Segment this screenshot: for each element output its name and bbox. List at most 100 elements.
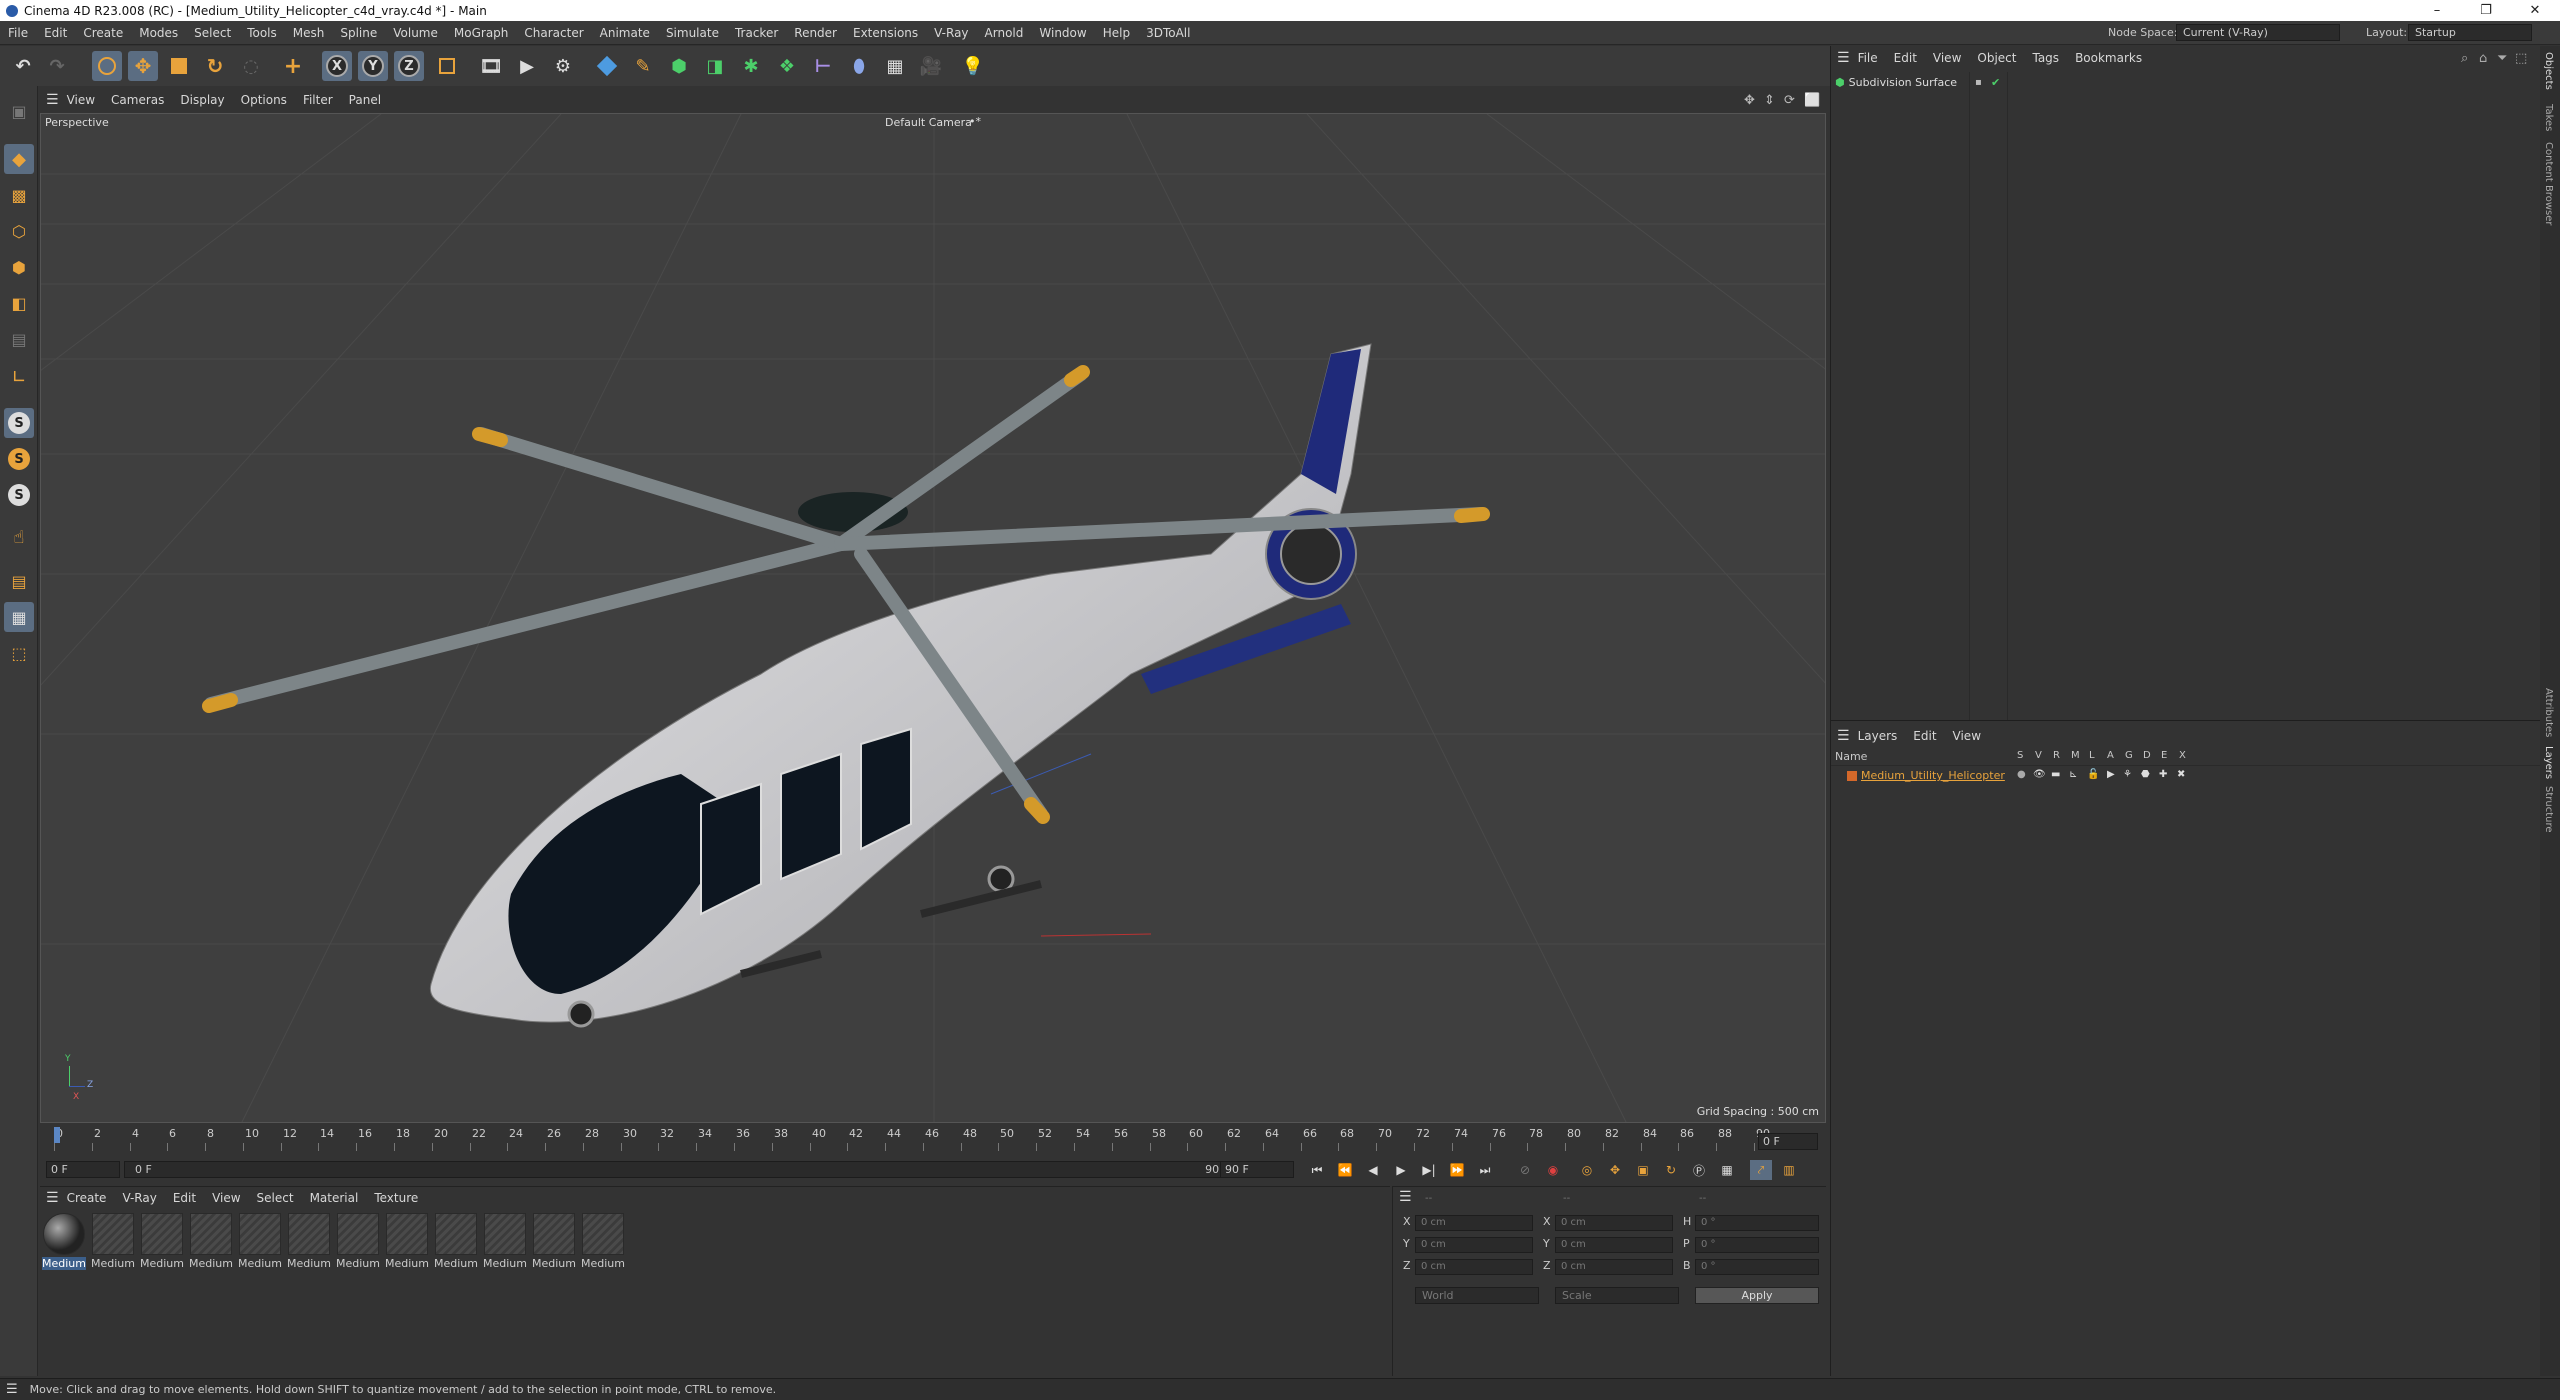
object-row[interactable]: ⬢ Subdivision Surface ▪ ✔ (1835, 74, 2000, 90)
coord-mode-dropdown[interactable]: World (1415, 1287, 1539, 1304)
menu-window[interactable]: Window (1031, 26, 1094, 40)
add-object-icon[interactable]: + (278, 51, 308, 81)
polygons-mode-icon[interactable]: ◧ (4, 288, 34, 318)
key-pla-icon[interactable]: ▦ (1716, 1160, 1738, 1180)
coord-rot-b-field[interactable]: 0 ° (1695, 1259, 1819, 1275)
material-swatch[interactable]: Medium (42, 1213, 86, 1273)
mat-hamburger-icon[interactable]: ☰ (46, 1190, 59, 1206)
material-swatch[interactable]: Medium (238, 1213, 282, 1273)
coord-pos-y-field[interactable]: 0 cm (1415, 1237, 1533, 1253)
search-icon[interactable]: ⌕ (2461, 51, 2468, 66)
menu-arnold[interactable]: Arnold (977, 26, 1032, 40)
snap-settings-icon[interactable]: S (4, 444, 34, 474)
vp-menu-cameras[interactable]: Cameras (103, 93, 172, 107)
record-disabled-icon[interactable]: ⊘ (1514, 1160, 1536, 1180)
scale-tool-icon[interactable] (164, 51, 194, 81)
key-rotation-icon[interactable]: ↻ (1660, 1160, 1682, 1180)
render-region-icon[interactable]: 🎞 (476, 51, 506, 81)
menu-character[interactable]: Character (516, 26, 591, 40)
layers-menu-edit[interactable]: Edit (1905, 729, 1944, 743)
menu-spline[interactable]: Spline (332, 26, 385, 40)
close-button[interactable]: ✕ (2512, 0, 2558, 21)
menu-render[interactable]: Render (786, 26, 845, 40)
obj-menu-object[interactable]: Object (1969, 51, 2024, 65)
timeline-end-field[interactable]: 0 F (1758, 1133, 1818, 1150)
rotate-view-icon[interactable]: ⟳ (1784, 93, 1795, 108)
camera-icon[interactable]: 🎥 (916, 51, 946, 81)
texture-mode-icon[interactable]: ▩ (4, 180, 34, 210)
menu-volume[interactable]: Volume (385, 26, 446, 40)
material-swatch[interactable]: Medium (287, 1213, 331, 1273)
obj-menu-view[interactable]: View (1925, 51, 1969, 65)
coord-size-y-field[interactable]: 0 cm (1555, 1237, 1673, 1253)
prev-key-icon[interactable]: ⏪ (1334, 1160, 1356, 1180)
next-key-icon[interactable]: ⏩ (1446, 1160, 1468, 1180)
coord-rot-h-field[interactable]: 0 ° (1695, 1215, 1819, 1231)
mat-menu-select[interactable]: Select (249, 1191, 302, 1205)
tab-structure[interactable]: Structure (2543, 786, 2554, 833)
menu-mesh[interactable]: Mesh (285, 26, 333, 40)
layer-xref-icon[interactable]: ✖ (2177, 769, 2185, 780)
mat-menu-create[interactable]: Create (59, 1191, 115, 1205)
key-position-icon[interactable]: ✥ (1604, 1160, 1626, 1180)
menu-3dtoall[interactable]: 3DToAll (1138, 26, 1198, 40)
minimize-button[interactable]: – (2414, 0, 2460, 21)
snap-icon[interactable]: S (4, 408, 34, 438)
home-icon[interactable]: ⌂ (2479, 51, 2487, 66)
layer-name[interactable]: Medium_Utility_Helicopter (1861, 769, 2005, 782)
grid-icon[interactable]: ▦ (4, 602, 34, 632)
status-hamburger-icon[interactable]: ☰ (6, 1382, 18, 1397)
vp-menu-panel[interactable]: Panel (341, 93, 389, 107)
layer-deformers-icon[interactable]: ⬣ (2141, 769, 2150, 780)
menu-tools[interactable]: Tools (239, 26, 285, 40)
floor-icon[interactable]: ▦ (880, 51, 910, 81)
pen-spline-icon[interactable]: ✎ (628, 51, 658, 81)
coord-hamburger-icon[interactable]: ☰ (1399, 1189, 1412, 1205)
timeline-window-icon[interactable]: ▥ (1778, 1160, 1800, 1180)
restore-button[interactable]: ❐ (2463, 0, 2509, 21)
mat-menu-material[interactable]: Material (302, 1191, 367, 1205)
material-swatch[interactable]: Medium (581, 1213, 625, 1273)
current-frame-field[interactable]: 0 F (46, 1161, 120, 1178)
material-swatch[interactable]: Medium (434, 1213, 478, 1273)
coord-pos-x-field[interactable]: 0 cm (1415, 1215, 1533, 1231)
key-param-icon[interactable]: Ⓟ (1688, 1160, 1710, 1180)
menu-modes[interactable]: Modes (131, 26, 186, 40)
playhead[interactable] (54, 1127, 60, 1143)
material-swatch[interactable]: Medium (483, 1213, 527, 1273)
layer-expressions-icon[interactable]: ✚ (2159, 769, 2167, 780)
layer-solo-icon[interactable]: ● (2017, 769, 2026, 780)
menu-select[interactable]: Select (186, 26, 239, 40)
mograph-icon[interactable]: ❖ (772, 51, 802, 81)
locked-workplane-icon[interactable]: ⬚ (4, 638, 34, 668)
workplane-icon[interactable]: ▤ (4, 566, 34, 596)
coord-size-z-field[interactable]: 0 cm (1555, 1259, 1673, 1275)
vp-menu-options[interactable]: Options (233, 93, 295, 107)
light-icon[interactable]: 💡 (958, 51, 988, 81)
filter-icon[interactable]: ⏷ (2497, 51, 2507, 66)
select-tool-icon[interactable] (92, 51, 122, 81)
menu-animate[interactable]: Animate (592, 26, 658, 40)
mat-menu-view[interactable]: View (204, 1191, 248, 1205)
render-settings-icon[interactable]: ⚙ (548, 51, 578, 81)
vp-menu-filter[interactable]: Filter (295, 93, 341, 107)
x-axis-lock[interactable]: X (322, 51, 352, 81)
deformer-icon[interactable]: ⊢ (808, 51, 838, 81)
material-swatch[interactable]: Medium (140, 1213, 184, 1273)
new-window-icon[interactable]: ⬚ (2515, 51, 2527, 66)
model-mode-icon[interactable]: ◆ (4, 144, 34, 174)
menu-simulate[interactable]: Simulate (658, 26, 727, 40)
pan-view-icon[interactable]: ✥ (1744, 93, 1755, 108)
motion-mode-icon[interactable]: ⤤ (1750, 1160, 1772, 1180)
layers-menu-view[interactable]: View (1945, 729, 1989, 743)
layer-manager-icon[interactable]: ⊾ (2069, 769, 2077, 780)
coord-pos-z-field[interactable]: 0 cm (1415, 1259, 1533, 1275)
field-icon[interactable]: ⬮ (844, 51, 874, 81)
prev-frame-icon[interactable]: ◀ (1362, 1160, 1384, 1180)
play-icon[interactable]: ▶ (1390, 1160, 1412, 1180)
y-axis-lock[interactable]: Y (358, 51, 388, 81)
tab-takes[interactable]: Takes (2543, 104, 2554, 131)
uv-mode-icon[interactable]: ▤ (4, 324, 34, 354)
obj-menu-tags[interactable]: Tags (2024, 51, 2067, 65)
tab-layers[interactable]: Layers (2543, 746, 2554, 779)
